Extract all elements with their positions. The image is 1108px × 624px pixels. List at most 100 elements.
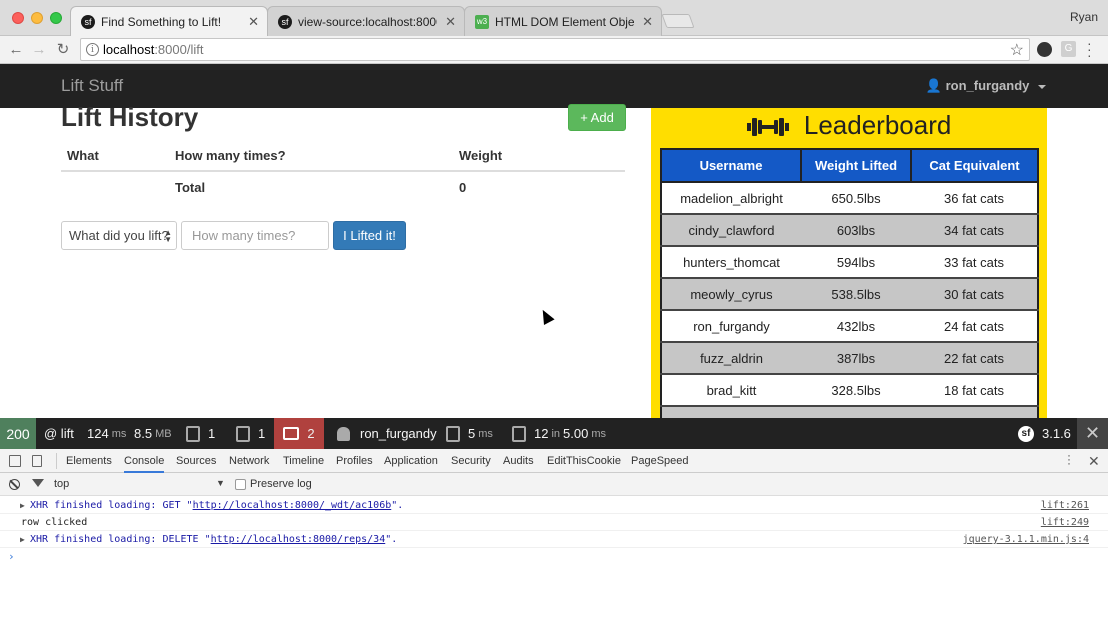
extension-icon[interactable] — [1037, 42, 1052, 57]
tab-audits[interactable]: Audits — [503, 449, 534, 473]
username-cell: hunters_thomcat — [660, 246, 801, 279]
table-row[interactable]: ron_furgandy 432lbs 24 fat cats — [660, 310, 1039, 343]
tab-pagespeed[interactable]: PageSpeed — [631, 449, 689, 473]
console-message[interactable]: ▶ XHR finished loading: DELETE "http://l… — [0, 531, 1108, 548]
cats-cell: 36 fat cats — [911, 182, 1039, 215]
tab-security[interactable]: Security — [451, 449, 491, 473]
status-code-badge[interactable]: 200 — [0, 418, 36, 449]
table-row[interactable]: meowly_cyrus 538.5lbs 30 fat cats — [660, 278, 1039, 311]
forms-indicator[interactable]: 1 — [186, 418, 215, 449]
clear-console-icon[interactable] — [9, 479, 20, 490]
weight-cell: 594lbs — [801, 246, 911, 279]
leaderboard-title: Leaderboard — [803, 110, 952, 140]
close-window-button[interactable] — [12, 12, 24, 24]
table-row[interactable]: fuzz_aldrin 387lbs 22 fat cats — [660, 342, 1039, 375]
browser-tab-w3schools[interactable]: w3 HTML DOM Element Objects ✕ — [464, 6, 662, 36]
route-indicator[interactable]: @ lift — [44, 418, 74, 449]
close-devtools-icon[interactable]: ✕ — [1088, 453, 1100, 470]
expand-arrow-icon[interactable]: ▶ — [20, 531, 25, 548]
extension-icon[interactable]: G — [1061, 41, 1076, 57]
weight-cell: 603lbs — [801, 214, 911, 247]
user-indicator[interactable]: ron_furgandy — [337, 418, 437, 449]
expand-arrow-icon[interactable]: ▶ — [20, 497, 25, 514]
minimize-window-button[interactable] — [31, 12, 43, 24]
user-icon — [337, 426, 350, 441]
username-cell: madelion_albright — [660, 182, 801, 215]
database-indicator[interactable]: 12 in 5.00 ms — [512, 418, 606, 449]
devtools-menu-icon[interactable]: · · · — [1067, 449, 1071, 469]
tab-console[interactable]: Console — [124, 449, 165, 473]
column-header: Username — [660, 148, 802, 183]
tab-timeline[interactable]: Timeline — [283, 449, 324, 473]
browser-tab-lift[interactable]: sf Find Something to Lift! ✕ — [70, 6, 268, 36]
tab-profiles[interactable]: Profiles — [336, 449, 373, 473]
username-cell: ron_furgandy — [660, 310, 801, 343]
filter-icon[interactable] — [32, 479, 44, 487]
brand-link[interactable]: Lift Stuff — [61, 76, 123, 96]
address-bar[interactable]: i localhost:8000/lift — [80, 38, 1030, 61]
back-arrow-icon[interactable]: ← — [6, 39, 26, 59]
context-selector[interactable]: top — [54, 478, 69, 490]
leaderboard-panel: Leaderboard Username Weight Lifted Cat E… — [651, 108, 1047, 418]
browser-profile-name[interactable]: Ryan — [1070, 10, 1098, 24]
console-prompt[interactable]: › — [8, 550, 15, 563]
database-icon — [512, 425, 526, 442]
weight-cell: 538.5lbs — [801, 278, 911, 311]
close-toolbar-icon[interactable]: ✕ — [1077, 418, 1108, 449]
device-toolbar-icon[interactable] — [32, 455, 42, 467]
bookmark-star-icon[interactable]: ☆ — [1010, 40, 1024, 60]
source-link[interactable]: lift:261 — [1041, 497, 1089, 514]
cats-cell: 33 fat cats — [911, 246, 1039, 279]
console-message[interactable]: row clicked lift:249 — [0, 514, 1108, 531]
cats-cell: 30 fat cats — [911, 278, 1039, 311]
symfony-icon: sf — [81, 14, 95, 29]
lift-select[interactable]: What did you lift? ▲ ▼ — [61, 221, 177, 250]
close-tab-icon[interactable]: ✕ — [445, 14, 456, 30]
memory-indicator[interactable]: 8.5 MB — [134, 418, 172, 449]
errors-indicator[interactable]: 2 — [274, 418, 324, 449]
preserve-log-label: Preserve log — [250, 478, 312, 490]
table-row[interactable]: brad_kitt 328.5lbs 18 fat cats — [660, 374, 1039, 407]
tab-sources[interactable]: Sources — [176, 449, 216, 473]
browser-menu-icon[interactable]: · · · — [1087, 36, 1092, 62]
column-header: Weight Lifted — [800, 148, 912, 183]
table-row[interactable]: cindy_clawford 603lbs 34 fat cats — [660, 214, 1039, 247]
close-tab-icon[interactable]: ✕ — [642, 14, 653, 30]
tab-application[interactable]: Application — [384, 449, 438, 473]
reps-input[interactable] — [181, 221, 329, 250]
tab-elements[interactable]: Elements — [66, 449, 112, 473]
maximize-window-button[interactable] — [50, 12, 62, 24]
time-indicator[interactable]: 124 ms — [87, 418, 126, 449]
tab-network[interactable]: Network — [229, 449, 269, 473]
new-tab-button[interactable] — [661, 14, 695, 28]
logs-indicator[interactable]: 1 — [236, 418, 265, 449]
source-link[interactable]: jquery-3.1.1.min.js:4 — [963, 531, 1089, 548]
close-tab-icon[interactable]: ✕ — [248, 14, 259, 30]
console-link[interactable]: http://localhost:8000/_wdt/ac106b — [193, 500, 392, 511]
console-link[interactable]: http://localhost:8000/reps/34 — [211, 534, 386, 545]
weight-cell: 387lbs — [801, 342, 911, 375]
twig-indicator[interactable]: 5 ms — [446, 418, 493, 449]
browser-tab-view-source[interactable]: sf view-source:localhost:8000/lift ✕ — [267, 6, 465, 36]
column-header: How many times? — [169, 140, 453, 172]
tab-editthiscookie[interactable]: EditThisCookie — [547, 449, 621, 473]
inspect-element-icon[interactable] — [9, 455, 21, 467]
chevron-down-icon[interactable]: ▼ — [216, 478, 225, 488]
leaderboard-table: Username Weight Lifted Cat Equivalent ma… — [660, 148, 1039, 418]
forward-arrow-icon[interactable]: → — [29, 39, 49, 59]
preserve-log-checkbox[interactable] — [235, 479, 246, 490]
table-row[interactable]: madelion_albright 650.5lbs 36 fat cats — [660, 182, 1039, 215]
source-link[interactable]: lift:249 — [1041, 514, 1089, 531]
tab-title: view-source:localhost:8000/lift — [298, 14, 437, 29]
form-icon — [186, 425, 200, 442]
user-dropdown[interactable]: 👤 ron_furgandy — [926, 78, 1046, 94]
add-button[interactable]: + Add — [568, 104, 626, 131]
cats-cell: 22 fat cats — [911, 342, 1039, 375]
symfony-version[interactable]: sf 3.1.6 — [1018, 418, 1071, 449]
table-row[interactable]: hunters_thomcat 594lbs 33 fat cats — [660, 246, 1039, 279]
submit-lift-button[interactable]: I Lifted it! — [333, 221, 406, 250]
page-info-icon[interactable]: i — [86, 43, 99, 56]
reload-icon[interactable]: ↻ — [53, 39, 73, 59]
table-row[interactable] — [660, 406, 1039, 418]
console-message[interactable]: ▶ XHR finished loading: GET "http://loca… — [0, 497, 1108, 514]
